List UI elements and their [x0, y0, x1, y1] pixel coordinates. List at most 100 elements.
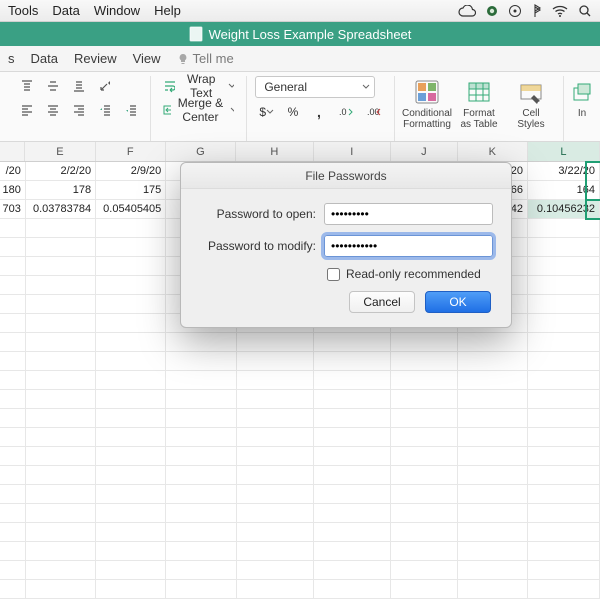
search-icon[interactable] [578, 4, 592, 18]
password-open-label: Password to open: [199, 207, 316, 221]
table-row[interactable] [0, 485, 600, 504]
conditional-formatting-label: Conditional Formatting [402, 108, 452, 130]
table-row[interactable] [0, 504, 600, 523]
insert-button-partial[interactable]: In [572, 76, 592, 121]
cell[interactable]: 2/9/20 [96, 162, 166, 180]
window-titlebar: Weight Loss Example Spreadsheet [0, 22, 600, 46]
table-row[interactable] [0, 447, 600, 466]
table-row[interactable] [0, 390, 600, 409]
group-styles: Conditional Formatting Format as Table C… [395, 76, 564, 141]
column-headers: E F G H I J K L [0, 142, 600, 162]
conditional-formatting-button[interactable]: Conditional Formatting [403, 76, 451, 132]
percent-button[interactable]: % [282, 102, 304, 122]
cell[interactable]: 703 [0, 200, 26, 218]
menu-data[interactable]: Data [52, 3, 79, 18]
password-open-input[interactable] [324, 203, 493, 225]
menu-help[interactable]: Help [154, 3, 181, 18]
align-center-button[interactable] [42, 100, 64, 120]
group-wrap-merge: Wrap Text Merge & Center [151, 76, 247, 141]
cell-styles-label: Cell Styles [517, 108, 544, 130]
table-row[interactable] [0, 561, 600, 580]
decrease-decimal-button[interactable]: .00 [362, 102, 386, 122]
table-row[interactable] [0, 371, 600, 390]
group-number: General $ % , .0 .00 [247, 76, 395, 141]
number-format-label: General [264, 80, 307, 94]
cell[interactable]: 0.03783784 [26, 200, 96, 218]
col-header-L[interactable]: L [528, 142, 600, 161]
cell[interactable]: /20 [0, 162, 26, 180]
password-modify-input[interactable] [324, 235, 493, 257]
cell[interactable]: 180 [0, 181, 26, 199]
table-row[interactable] [0, 352, 600, 371]
comma-button[interactable]: , [308, 102, 330, 122]
cell-styles-icon [518, 78, 544, 106]
wrap-text-icon [163, 79, 175, 93]
file-passwords-dialog: File Passwords Password to open: Passwor… [180, 162, 512, 328]
ribbon: Wrap Text Merge & Center General $ % , .… [0, 72, 600, 142]
cell[interactable]: 2/2/20 [26, 162, 96, 180]
chevron-down-icon [230, 106, 235, 114]
table-row[interactable] [0, 409, 600, 428]
readonly-label: Read-only recommended [346, 267, 481, 281]
wifi-icon [552, 5, 568, 17]
excel-doc-icon [189, 26, 203, 42]
col-header-I[interactable]: I [314, 142, 391, 161]
align-top-button[interactable] [16, 76, 38, 96]
insert-label-partial: In [578, 108, 586, 119]
table-row[interactable] [0, 580, 600, 599]
col-header-K[interactable]: K [458, 142, 528, 161]
document-title: Weight Loss Example Spreadsheet [209, 27, 412, 42]
readonly-checkbox[interactable] [327, 268, 340, 281]
table-row[interactable] [0, 333, 600, 352]
align-middle-button[interactable] [42, 76, 64, 96]
col-header-G[interactable]: G [166, 142, 236, 161]
cell[interactable]: 164 [528, 181, 600, 199]
wrap-text-button[interactable]: Wrap Text [159, 76, 238, 96]
orientation-button[interactable] [94, 76, 116, 96]
number-format-dropdown[interactable]: General [255, 76, 375, 98]
tab-partial[interactable]: s [8, 51, 15, 66]
creative-cloud-icon [458, 5, 476, 17]
menu-window[interactable]: Window [94, 3, 140, 18]
svg-text:.0: .0 [339, 107, 347, 117]
cell-styles-button[interactable]: Cell Styles [507, 76, 555, 132]
chevron-down-icon [266, 108, 274, 116]
align-left-button[interactable] [16, 100, 38, 120]
tab-data[interactable]: Data [31, 51, 58, 66]
increase-indent-button[interactable] [120, 100, 142, 120]
cell[interactable]: 175 [96, 181, 166, 199]
cancel-button[interactable]: Cancel [349, 291, 415, 313]
table-row[interactable] [0, 428, 600, 447]
align-right-button[interactable] [68, 100, 90, 120]
chevron-down-icon [228, 82, 235, 90]
tab-view[interactable]: View [133, 51, 161, 66]
col-header-E[interactable]: E [25, 142, 95, 161]
settings-icon [508, 4, 522, 18]
col-header-H[interactable]: H [236, 142, 313, 161]
mac-menu-bar: Tools Data Window Help [0, 0, 600, 22]
align-bottom-button[interactable] [68, 76, 90, 96]
merge-center-button[interactable]: Merge & Center [159, 100, 238, 120]
col-header-F[interactable]: F [96, 142, 166, 161]
table-row[interactable] [0, 466, 600, 485]
mac-status-icons [458, 4, 592, 18]
group-alignment [8, 76, 151, 141]
col-header-J[interactable]: J [391, 142, 458, 161]
table-row[interactable] [0, 523, 600, 542]
ok-button[interactable]: OK [425, 291, 491, 313]
group-cells-partial: In [564, 76, 600, 141]
lightbulb-icon [177, 53, 189, 65]
format-as-table-button[interactable]: Format as Table [455, 76, 503, 132]
increase-decimal-button[interactable]: .0 [334, 102, 358, 122]
menu-tools[interactable]: Tools [8, 3, 38, 18]
selected-cell[interactable]: 0.10456232 [528, 200, 600, 218]
table-row[interactable] [0, 542, 600, 561]
currency-button[interactable]: $ [255, 102, 278, 122]
tell-me[interactable]: Tell me [177, 51, 234, 66]
tab-review[interactable]: Review [74, 51, 117, 66]
conditional-formatting-icon [414, 78, 440, 106]
cell[interactable]: 178 [26, 181, 96, 199]
cell[interactable]: 0.05405405 [96, 200, 166, 218]
cell[interactable]: 3/22/20 [528, 162, 600, 180]
decrease-indent-button[interactable] [94, 100, 116, 120]
